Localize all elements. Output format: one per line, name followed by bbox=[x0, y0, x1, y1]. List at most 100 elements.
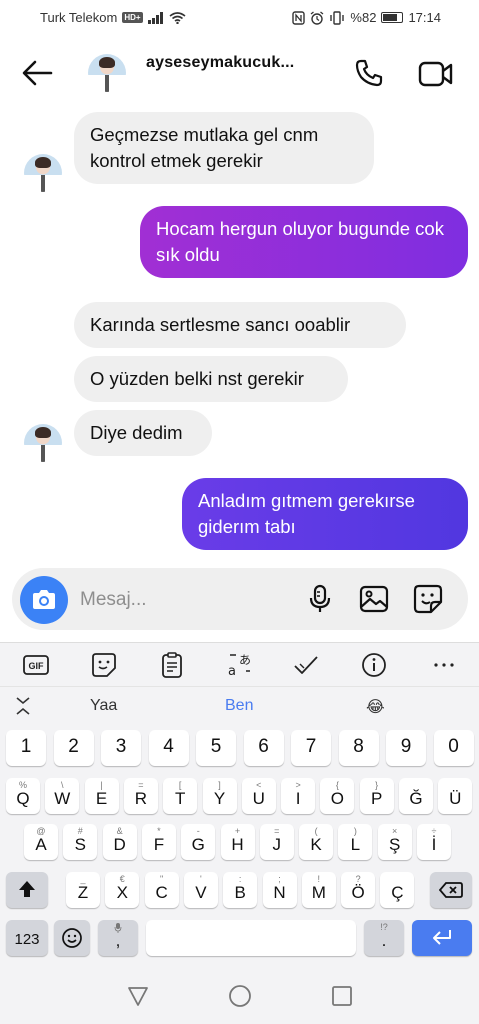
contact-name[interactable]: ayseseymakucuk... bbox=[146, 54, 294, 72]
key-s[interactable]: # S bbox=[63, 824, 98, 860]
key-9[interactable]: 9 bbox=[386, 730, 426, 766]
key-n[interactable]: ; N bbox=[262, 872, 297, 908]
key-label: . bbox=[381, 931, 387, 950]
key-x[interactable]: € X bbox=[105, 872, 140, 908]
suggestion-2[interactable]: Ben bbox=[225, 697, 253, 715]
key-z[interactable]: _ Z bbox=[66, 872, 100, 908]
key-o[interactable]: {O bbox=[320, 778, 355, 814]
spellcheck-icon[interactable] bbox=[292, 651, 320, 679]
key-ö[interactable]: ? Ö bbox=[341, 872, 376, 908]
more-icon[interactable] bbox=[430, 651, 458, 679]
key-w[interactable]: \ W bbox=[45, 778, 80, 814]
clock: 17:14 bbox=[408, 10, 441, 25]
suggestion-bar: Yaa Ben 😂 bbox=[0, 686, 479, 724]
vibrate-icon bbox=[330, 10, 345, 25]
key-i̇[interactable]: ÷ İ bbox=[417, 824, 451, 860]
info-icon[interactable] bbox=[360, 651, 388, 679]
message-in[interactable]: Diye dedim bbox=[74, 410, 212, 456]
key-k[interactable]: (K bbox=[299, 824, 334, 860]
key-6[interactable]: 6 bbox=[243, 730, 284, 766]
mic-small-icon bbox=[114, 923, 122, 933]
key-label: P bbox=[371, 789, 383, 808]
key-y[interactable]: ] Y bbox=[202, 778, 237, 814]
collapse-icon[interactable] bbox=[14, 695, 32, 717]
emoji-key[interactable] bbox=[54, 920, 90, 956]
keyboard: GIF aあ Yaa Ben 😂 1 2 3 4 5 6 7 8 9 0% Q \ W | E = R[T] Y <… bbox=[0, 642, 479, 1024]
message-input[interactable] bbox=[80, 586, 280, 614]
key-1[interactable]: 1 bbox=[6, 730, 46, 766]
comma-key[interactable]: , bbox=[98, 920, 138, 956]
backspace-key[interactable] bbox=[430, 872, 472, 908]
key-r[interactable]: = R bbox=[123, 778, 158, 814]
key-label: N bbox=[273, 883, 286, 902]
key-q[interactable]: % Q bbox=[6, 778, 40, 814]
key-label: Ğ bbox=[409, 789, 423, 808]
video-call-icon[interactable] bbox=[418, 60, 454, 88]
navigation-bar bbox=[0, 970, 479, 1024]
message-in[interactable]: O yüzden belki nst gerekir bbox=[74, 356, 348, 402]
phone-icon[interactable] bbox=[354, 58, 384, 88]
key-label: O bbox=[330, 789, 344, 808]
clipboard-icon[interactable] bbox=[158, 651, 186, 679]
key-u[interactable]: < U bbox=[241, 778, 276, 814]
key-label: 0 bbox=[448, 736, 459, 757]
sender-avatar[interactable] bbox=[24, 424, 62, 462]
sticker-icon[interactable] bbox=[90, 651, 118, 679]
back-triangle-icon[interactable] bbox=[126, 984, 150, 1008]
gallery-icon[interactable] bbox=[358, 583, 390, 615]
key-2[interactable]: 2 bbox=[53, 730, 94, 766]
key-ğ[interactable]: Ğ bbox=[399, 778, 433, 814]
key-t[interactable]: [T bbox=[163, 778, 198, 814]
key-p[interactable]: } P bbox=[359, 778, 394, 814]
enter-key[interactable] bbox=[412, 920, 472, 956]
sender-avatar[interactable] bbox=[24, 154, 62, 192]
key-d[interactable]: & D bbox=[102, 824, 137, 860]
message-in[interactable]: Karında sertlesme sancı ooablir bbox=[74, 302, 406, 348]
message-out[interactable]: Hocam hergun oluyor bugunde cok sık oldu bbox=[140, 206, 468, 278]
sticker-icon[interactable] bbox=[412, 583, 444, 615]
carrier-name: Turk Telekom bbox=[40, 10, 118, 25]
key-3[interactable]: 3 bbox=[101, 730, 141, 766]
key-0[interactable]: 0 bbox=[433, 730, 474, 766]
key-label: V bbox=[195, 883, 207, 902]
key-e[interactable]: | E bbox=[84, 778, 119, 814]
key-4[interactable]: 4 bbox=[148, 730, 189, 766]
camera-button[interactable] bbox=[20, 576, 68, 624]
key-5[interactable]: 5 bbox=[196, 730, 236, 766]
microphone-icon[interactable] bbox=[304, 583, 336, 615]
period-key[interactable]: !?. bbox=[364, 920, 404, 956]
key-7[interactable]: 7 bbox=[291, 730, 331, 766]
key-ü[interactable]: Ü bbox=[438, 778, 473, 814]
key-b[interactable]: :B bbox=[223, 872, 258, 908]
suggestion-1[interactable]: Yaa bbox=[90, 697, 117, 715]
contact-avatar[interactable] bbox=[88, 54, 126, 92]
key-8[interactable]: 8 bbox=[338, 730, 379, 766]
translate-icon[interactable]: aあ bbox=[226, 651, 254, 679]
message-in[interactable]: Geçmezse mutlaka gel cnm kontrol etmek g… bbox=[74, 112, 374, 184]
key-f[interactable]: * F bbox=[141, 824, 176, 860]
message-out[interactable]: Anladım gıtmem gerekırse giderım tabı bbox=[182, 478, 468, 550]
key-l[interactable]: ) L bbox=[338, 824, 373, 860]
key-ç[interactable]: Ç bbox=[380, 872, 415, 908]
key-a[interactable]: @ A bbox=[24, 824, 58, 860]
key-i[interactable]: > I bbox=[281, 778, 316, 814]
numbers-key[interactable]: 123 bbox=[6, 920, 48, 956]
shift-key[interactable] bbox=[6, 872, 48, 908]
gif-icon[interactable]: GIF bbox=[22, 651, 50, 679]
key-label: X bbox=[116, 883, 128, 902]
key-m[interactable]: ! M bbox=[301, 872, 336, 908]
key-v[interactable]: ' V bbox=[183, 872, 218, 908]
key-ş[interactable]: × Ş bbox=[377, 824, 412, 860]
key-j[interactable]: = J bbox=[259, 824, 294, 860]
suggestion-3[interactable]: 😂 bbox=[366, 697, 385, 717]
key-label: L bbox=[350, 835, 361, 854]
key-label: B bbox=[234, 883, 246, 902]
signal-icon bbox=[147, 11, 163, 24]
key-h[interactable]: + H bbox=[220, 824, 255, 860]
space-key[interactable] bbox=[146, 920, 356, 956]
back-arrow-icon[interactable] bbox=[20, 58, 54, 88]
recents-square-icon[interactable] bbox=[330, 984, 354, 1008]
key-c[interactable]: " C bbox=[144, 872, 179, 908]
key-g[interactable]: -G bbox=[181, 824, 216, 860]
home-circle-icon[interactable] bbox=[228, 984, 252, 1008]
